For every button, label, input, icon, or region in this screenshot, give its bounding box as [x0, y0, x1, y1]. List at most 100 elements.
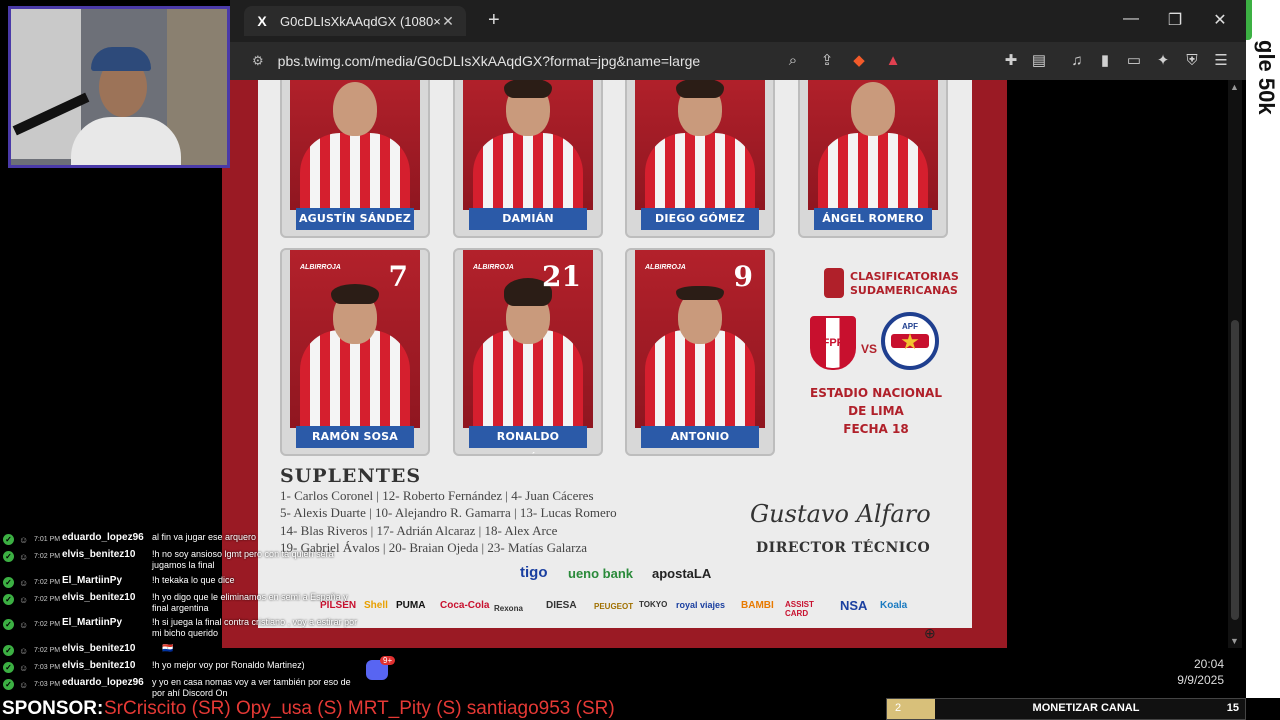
user-icon: ☺ — [19, 680, 29, 690]
sponsor-logo: Coca-Cola — [440, 600, 490, 611]
browser-tab-bar: X G0cDLIsXkAAqdGX (1080×1350) ✕ + — ❐ ✕ — [230, 0, 1246, 42]
check-icon: ✓ — [3, 577, 14, 588]
check-icon: ✓ — [3, 619, 14, 630]
extensions-icon[interactable]: ✚ — [1000, 51, 1022, 71]
apf-crest-icon: APF ★ — [881, 312, 939, 370]
screen: X G0cDLIsXkAAqdGX (1080×1350) ✕ + — ❐ ✕ … — [0, 0, 1280, 720]
check-icon: ✓ — [3, 645, 14, 656]
x-logo-icon: X — [257, 13, 267, 29]
sponsor-logo: ASSIST CARD — [785, 600, 814, 618]
qualifiers-title: CLASIFICATORIAS SUDAMERICANAS — [850, 270, 959, 297]
ticker-text: SrCriscito (SR) Opy_usa (S) MRT_Pity (S)… — [104, 698, 615, 719]
url-field[interactable]: ⚙ pbs.twimg.com/media/G0cDLIsXkAAqdGX?fo… — [238, 46, 848, 76]
goal-label: MONETIZAR CANAL — [1032, 702, 1140, 714]
clock-date: 9/9/2025 — [1177, 673, 1224, 687]
player-card: AGUSTÍN SÁNDEZ — [280, 80, 430, 238]
minimize-button[interactable]: — — [1116, 10, 1146, 28]
player-card: ALBIRROJA 9 ANTONIO SANABRIA — [625, 248, 775, 456]
user-icon: ☺ — [19, 578, 29, 588]
zoom-icon[interactable]: ⌕ — [782, 51, 804, 71]
coach-signature: Gustavo Alfaro — [750, 500, 931, 528]
scroll-up-icon[interactable]: ▲ — [1230, 82, 1239, 92]
brave-shield-icon[interactable]: ◆ — [848, 51, 870, 71]
chat-overlay: ✓ ☺ 7:01 PM eduardo_lopez96 al fin va jugar… — [0, 532, 360, 698]
notification-badge: 9+ — [380, 656, 396, 665]
media-icon[interactable]: ♫ — [1066, 51, 1088, 71]
wallet-icon[interactable]: ▭ — [1123, 51, 1145, 71]
venue-info: ESTADIO NACIONAL DE LIMA FECHA 18 — [810, 386, 942, 436]
reader-icon[interactable]: ▤ — [1028, 51, 1050, 71]
player-name: DAMIÁN BOBADILLA — [469, 208, 587, 236]
sponsor-logo: royal viajes — [676, 600, 726, 610]
player-name: ANTONIO SANABRIA — [641, 426, 759, 454]
player-name: RONALDO MARTÍNEZ — [469, 426, 587, 454]
system-clock[interactable]: 20:04 9/9/2025 — [1160, 656, 1224, 688]
sidebar-icon[interactable]: ▮ — [1094, 51, 1116, 71]
scroll-down-icon[interactable]: ▼ — [1230, 636, 1239, 646]
right-banner-text: gle 50k — [1254, 40, 1279, 115]
player-card: ÁNGEL ROMERO — [798, 80, 948, 238]
tab-title: G0cDLIsXkAAqdGX (1080×1350) — [280, 13, 440, 29]
chat-message: ✓ ☺ 7:02 PM elvis_benitez10 🇵🇾 — [0, 643, 360, 660]
sponsor-logo: Shell — [364, 600, 388, 611]
user-icon: ☺ — [19, 535, 29, 545]
kit-brand: ALBIRROJA — [300, 264, 341, 271]
webcam-overlay — [8, 6, 230, 168]
player-number: 9 — [733, 260, 753, 293]
sponsor-tigo: tigo — [520, 564, 548, 581]
sponsor-logo: Koala — [880, 600, 908, 611]
vertical-scrollbar[interactable]: ▲ ▼ — [1228, 80, 1242, 648]
check-icon: ✓ — [3, 679, 14, 690]
chat-message: ✓ ☺ 7:03 PM eduardo_lopez96 y yo en casa no… — [0, 677, 360, 698]
goal-target: 15 — [1226, 702, 1239, 714]
subs-line: 5- Alexis Duarte | 10- Alejandro R. Gama… — [280, 505, 617, 520]
player-name: AGUSTÍN SÁNDEZ — [296, 208, 414, 230]
vpn-icon[interactable]: ⛨ — [1181, 51, 1203, 71]
share-icon[interactable]: ⇪ — [816, 51, 838, 71]
user-icon: ☺ — [19, 663, 29, 673]
check-icon: ✓ — [3, 594, 14, 605]
scroll-thumb[interactable] — [1231, 320, 1239, 620]
player-card: ALBIRROJA 21 RONALDO MARTÍNEZ — [453, 248, 603, 456]
player-number: 21 — [542, 260, 581, 293]
sponsor-aposta: apostaLA — [652, 566, 712, 581]
right-banner: gle 50k — [1246, 0, 1280, 720]
user-icon: ☺ — [19, 646, 29, 656]
url-text: pbs.twimg.com/media/G0cDLIsXkAAqdGX?form… — [277, 53, 701, 69]
chat-message: ✓ ☺ 7:02 PM elvis_benitez10 !h no soy ansio… — [0, 549, 360, 570]
check-icon: ✓ — [3, 662, 14, 673]
zoom-cursor-icon: ⊕ — [924, 625, 936, 641]
subs-title: SUPLENTES — [280, 465, 422, 487]
close-window-button[interactable]: ✕ — [1205, 10, 1235, 30]
chat-message: ✓ ☺ 7:03 PM elvis_benitez10 !h yo mejor voy… — [0, 660, 360, 677]
coach-title: DIRECTOR TÉCNICO — [756, 540, 931, 556]
tab-close-icon[interactable]: ✕ — [440, 13, 456, 30]
sponsor-logo: PUMA — [396, 600, 426, 611]
kit-brand: ALBIRROJA — [473, 264, 514, 271]
leo-ai-icon[interactable]: ✦ — [1152, 51, 1174, 71]
streamer — [71, 37, 181, 165]
subs-line: 1- Carlos Coronel | 12- Roberto Fernánde… — [280, 488, 594, 503]
chat-message: ✓ ☺ 7:01 PM eduardo_lopez96 al fin va jugar… — [0, 532, 360, 549]
chat-message: ✓ ☺ 7:02 PM elvis_benitez10 !h yo digo que … — [0, 592, 360, 613]
chat-message: ✓ ☺ 7:02 PM El_MartiinPy !h tekaka lo que d… — [0, 575, 360, 592]
clock-time: 20:04 — [1193, 657, 1224, 671]
check-icon: ✓ — [3, 551, 14, 562]
brave-rewards-icon[interactable]: ▲ — [882, 51, 904, 71]
sponsor-ueno: ueno bank — [568, 566, 634, 581]
player-card: ALBIRROJA 7 RAMÓN SOSA — [280, 248, 430, 456]
new-tab-button[interactable]: + — [488, 10, 500, 30]
sponsor-logo: PEUGEOT — [594, 602, 634, 611]
check-icon: ✓ — [3, 534, 14, 545]
maximize-button[interactable]: ❐ — [1160, 10, 1190, 30]
chat-message: ✓ ☺ 7:02 PM El_MartiinPy !h si juega la fin… — [0, 617, 360, 638]
browser-tab[interactable]: X G0cDLIsXkAAqdGX (1080×1350) ✕ — [244, 6, 466, 36]
site-settings-icon[interactable]: ⚙ — [252, 53, 264, 69]
ticker-label: SPONSOR: — [2, 698, 104, 719]
address-bar-row: ⚙ pbs.twimg.com/media/G0cDLIsXkAAqdGX?fo… — [230, 42, 1246, 80]
menu-icon[interactable]: ☰ — [1210, 51, 1232, 71]
user-icon: ☺ — [19, 595, 29, 605]
player-card: DIEGO GÓMEZ — [625, 80, 775, 238]
goal-current: 2 — [895, 702, 902, 714]
conmebol-logo-icon — [824, 268, 844, 298]
